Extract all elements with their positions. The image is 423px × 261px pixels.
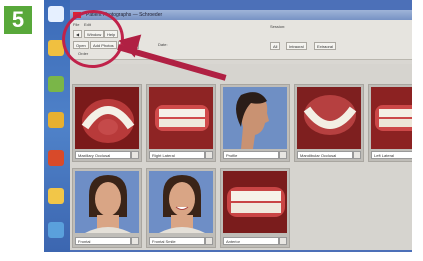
desktop-folder-icon[interactable] xyxy=(48,112,64,128)
dental-photo xyxy=(75,87,139,149)
chevron-down-icon[interactable] xyxy=(131,237,139,245)
date-label: Date: xyxy=(158,42,168,47)
photo-thumbnail[interactable]: Mandibular Occlusal xyxy=(294,84,364,162)
photo-caption: Frontal Smile xyxy=(149,237,205,245)
desktop-app-icon[interactable] xyxy=(48,6,64,22)
chevron-down-icon[interactable] xyxy=(279,237,287,245)
photo-thumbnail[interactable]: Anterior xyxy=(220,168,290,248)
profile-photo xyxy=(223,87,287,149)
face-photo xyxy=(149,171,213,233)
photo-caption: Left Lateral xyxy=(371,151,412,159)
photo-gallery: Maxillary Occlusal Right Lateral Profile… xyxy=(70,64,412,250)
photo-caption: Maxillary Occlusal xyxy=(75,151,131,159)
filter-extraoral[interactable]: Extraoral xyxy=(314,42,337,50)
chevron-down-icon[interactable] xyxy=(131,151,139,159)
filter-all[interactable]: All xyxy=(270,42,281,50)
photo-thumbnail[interactable]: Right Lateral xyxy=(146,84,216,162)
photo-caption: Anterior xyxy=(223,237,279,245)
photo-caption: Mandibular Occlusal xyxy=(297,151,353,159)
chevron-down-icon[interactable] xyxy=(353,151,361,159)
chevron-down-icon[interactable] xyxy=(205,151,213,159)
photo-thumbnail[interactable]: Left Lateral xyxy=(368,84,412,162)
desktop-app-icon[interactable] xyxy=(48,150,64,166)
photo-caption: Right Lateral xyxy=(149,151,205,159)
dental-photo xyxy=(297,87,361,149)
chevron-down-icon[interactable] xyxy=(205,237,213,245)
desktop-app-icon[interactable] xyxy=(48,76,64,92)
filter-intraoral[interactable]: Intraoral xyxy=(286,42,307,50)
desktop-folder-icon[interactable] xyxy=(48,188,64,204)
chevron-down-icon[interactable] xyxy=(279,151,287,159)
photo-caption: Frontal xyxy=(75,237,131,245)
photo-thumbnail[interactable]: Frontal xyxy=(72,168,142,248)
dental-photo xyxy=(223,171,287,233)
photo-thumbnail[interactable]: Profile xyxy=(220,84,290,162)
dental-photo xyxy=(149,87,213,149)
step-number-badge: 5 xyxy=(4,6,32,34)
session-label: Session: xyxy=(270,24,286,29)
face-photo xyxy=(75,171,139,233)
window-titlebar[interactable]: Patient Photographs — Schroeder xyxy=(70,10,412,20)
photo-thumbnail[interactable]: Maxillary Occlusal xyxy=(72,84,142,162)
photo-caption: Profile xyxy=(223,151,279,159)
dental-photo xyxy=(371,87,412,149)
photo-thumbnail[interactable]: Frontal Smile xyxy=(146,168,216,248)
desktop-app-icon[interactable] xyxy=(48,222,64,238)
